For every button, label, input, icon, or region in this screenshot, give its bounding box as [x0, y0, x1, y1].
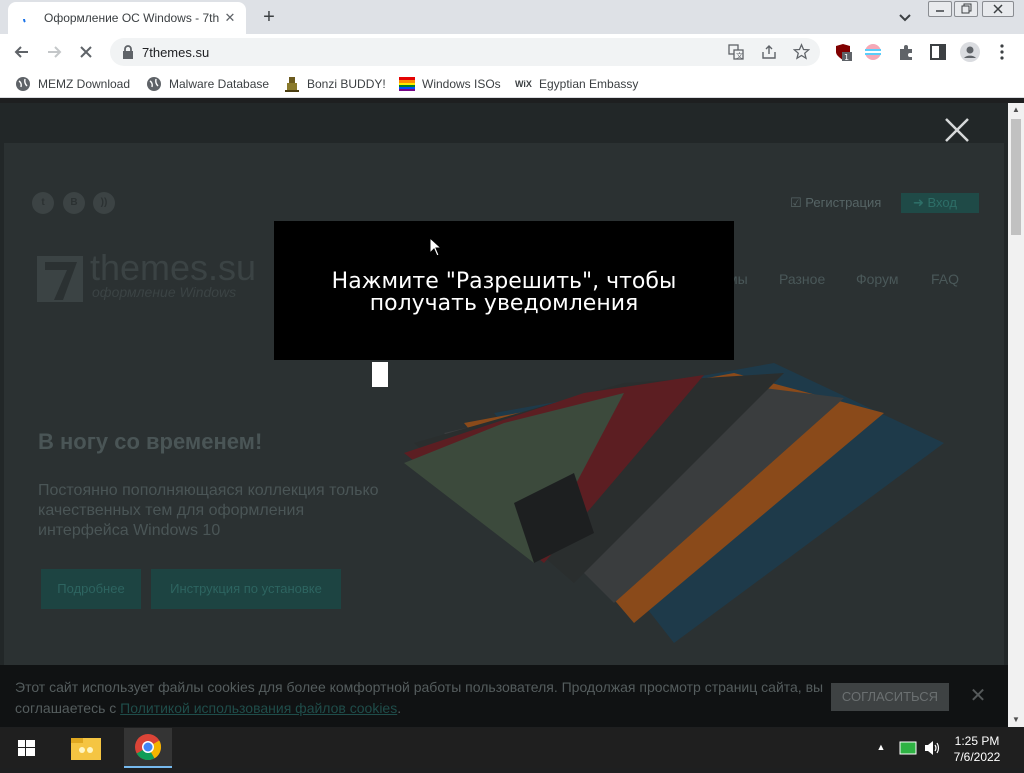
page-viewport: t В )) ☑ Регистрация ➜ Вход themes.su оф… — [0, 103, 1008, 727]
bookmark-egyptian-embassy[interactable]: WiX Egyptian Embassy — [515, 76, 638, 92]
tab-search-icon[interactable] — [896, 8, 914, 26]
restore-button[interactable] — [954, 1, 978, 17]
twitter-icon[interactable]: t — [32, 192, 54, 214]
windows-flag-icon — [399, 77, 415, 91]
logo-mark[interactable] — [37, 256, 83, 302]
cookie-banner: Этот сайт использует файлы cookies для б… — [0, 665, 1008, 727]
tray-overflow-icon[interactable]: ▲ — [872, 738, 890, 756]
svg-text:1: 1 — [844, 53, 849, 61]
ublock-extension-icon[interactable]: 1 — [834, 43, 852, 61]
cookie-text: Этот сайт использует файлы cookies для б… — [15, 679, 824, 716]
scroll-up-icon[interactable]: ▲ — [1008, 103, 1024, 117]
scroll-down-icon[interactable]: ▼ — [1008, 713, 1024, 727]
wix-icon: WiX — [515, 79, 532, 89]
logo-subtitle: оформление Windows — [92, 284, 237, 300]
logo-text[interactable]: themes.su — [90, 247, 256, 289]
translate-icon[interactable]: 文 — [728, 44, 744, 60]
bookmark-memz[interactable]: MEMZ Download — [15, 76, 130, 92]
notification-prompt-text: Нажмите "Разрешить", чтобы получать увед… — [331, 269, 677, 316]
extensions-puzzle-icon[interactable] — [897, 43, 915, 61]
new-tab-button[interactable]: + — [258, 6, 280, 28]
tab-title: Оформление ОС Windows - 7th — [44, 11, 219, 25]
globe-icon — [16, 77, 30, 91]
folder-icon — [71, 738, 101, 760]
nav-item-forum[interactable]: Форум — [856, 271, 899, 287]
side-panel-icon[interactable] — [929, 43, 947, 61]
file-explorer-button[interactable] — [62, 728, 110, 768]
close-window-button[interactable] — [982, 1, 1014, 17]
extension-flag-icon[interactable] — [864, 43, 882, 61]
bonzi-icon — [285, 77, 299, 92]
back-button[interactable] — [12, 42, 32, 62]
theme-screenshots-image — [404, 363, 944, 643]
profile-avatar-icon[interactable] — [960, 42, 980, 62]
vk-icon[interactable]: В — [63, 192, 85, 214]
share-icon[interactable] — [761, 44, 777, 60]
stop-button[interactable] — [76, 42, 96, 62]
globe-icon — [147, 77, 161, 91]
chrome-icon — [135, 734, 162, 761]
loading-spinner-icon — [23, 18, 26, 23]
browser-toolbar: 7themes.su 文 1 — [0, 34, 1024, 70]
tab-close-icon[interactable]: ✕ — [222, 10, 238, 26]
clock[interactable]: 1:25 PM 7/6/2022 — [942, 733, 1012, 765]
tab-strip: Оформление ОС Windows - 7th ✕ + — [0, 0, 1024, 34]
lock-icon[interactable] — [122, 45, 134, 59]
scrollbar-thumb[interactable] — [1011, 119, 1021, 235]
install-guide-button[interactable]: Инструкция по установке — [151, 569, 341, 609]
hero-text: Постоянно пополняющаяся коллекция только… — [38, 482, 379, 539]
volume-icon[interactable] — [923, 740, 941, 756]
chrome-taskbar-button[interactable] — [124, 728, 172, 768]
bookmarks-bar: MEMZ Download Malware Database Bonzi BUD… — [0, 70, 1024, 98]
cookie-accept-button[interactable]: СОГЛАСИТЬСЯ — [831, 683, 949, 711]
windows-taskbar: ▲ 1:25 PM 7/6/2022 — [0, 728, 1024, 768]
text-cursor-block — [372, 362, 388, 387]
checkbox-icon: ☑ — [790, 195, 806, 210]
nav-item-misc[interactable]: Разное — [779, 271, 825, 287]
hero-title: В ногу со временем! — [38, 429, 263, 454]
bookmark-bonzi-buddy[interactable]: Bonzi BUDDY! — [284, 76, 386, 92]
more-button[interactable]: Подробнее — [41, 569, 141, 609]
url-text[interactable]: 7themes.su — [142, 45, 209, 60]
bookmark-malware-database[interactable]: Malware Database — [146, 76, 269, 92]
menu-kebab-icon[interactable] — [993, 43, 1011, 61]
cookie-policy-link[interactable]: Политикой использования файлов cookies — [120, 700, 397, 716]
overlay-close-icon[interactable] — [944, 117, 970, 143]
address-bar[interactable]: 7themes.su 文 — [110, 38, 820, 66]
bookmark-star-icon[interactable] — [793, 43, 810, 60]
start-button[interactable] — [2, 728, 50, 768]
login-icon: ➜ — [913, 195, 928, 210]
windows-start-icon — [18, 740, 35, 756]
forward-button[interactable] — [44, 42, 64, 62]
mouse-pointer-icon — [429, 237, 443, 257]
register-link[interactable]: ☑ Регистрация — [790, 195, 881, 211]
bookmark-windows-isos[interactable]: Windows ISOs — [399, 76, 501, 92]
rss-icon[interactable]: )) — [93, 192, 115, 214]
page-scrollbar[interactable]: ▲ ▼ — [1008, 103, 1024, 727]
browser-tab[interactable]: Оформление ОС Windows - 7th ✕ — [8, 2, 246, 34]
svg-text:文: 文 — [736, 51, 743, 60]
notification-prompt: Нажмите "Разрешить", чтобы получать увед… — [274, 221, 734, 360]
nav-item-faq[interactable]: FAQ — [931, 271, 959, 287]
battery-network-icon[interactable] — [899, 741, 917, 755]
login-button[interactable]: ➜ Вход — [901, 193, 979, 213]
cookie-close-icon[interactable]: ✕ — [968, 686, 988, 706]
minimize-button[interactable] — [928, 1, 952, 17]
